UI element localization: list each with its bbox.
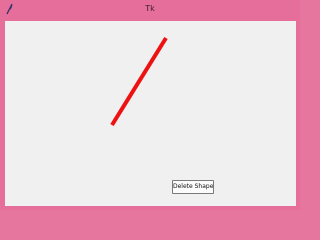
delete-shape-button[interactable]: Delete Shape xyxy=(172,180,214,194)
window-title: Tk xyxy=(145,4,155,13)
app-window: Tk Delete Shape xyxy=(0,0,300,210)
canvas-svg xyxy=(110,36,168,127)
title-bar[interactable]: Tk xyxy=(0,0,300,20)
red-line-shape[interactable] xyxy=(110,36,168,127)
drawing-canvas[interactable] xyxy=(5,21,296,206)
